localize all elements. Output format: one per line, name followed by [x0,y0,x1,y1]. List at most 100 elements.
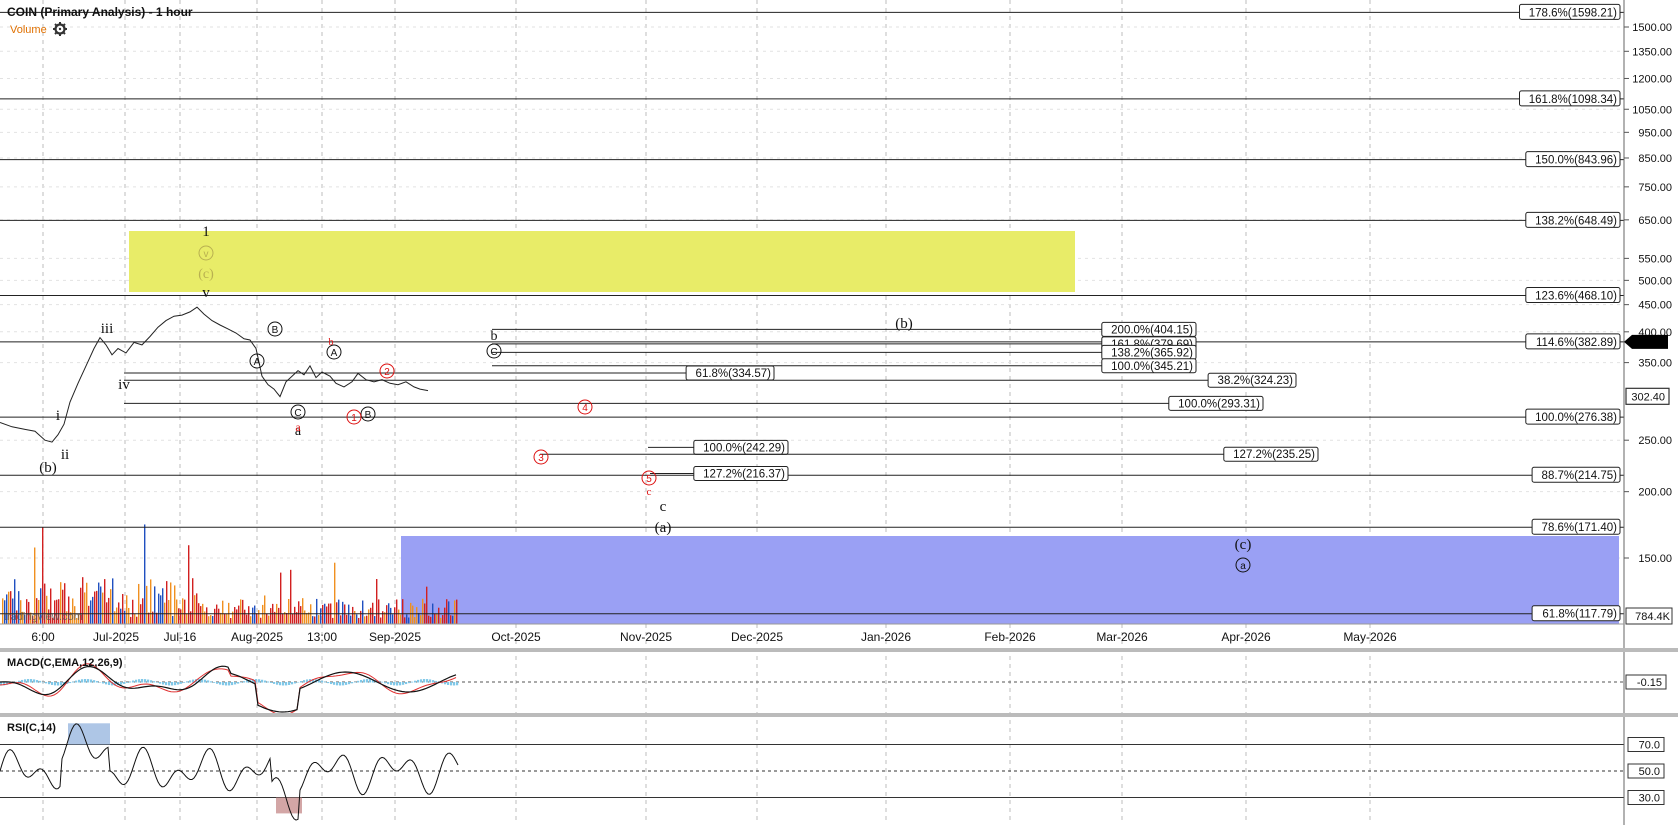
time-tick-label: Nov-2025 [620,630,672,644]
price-tick-label: 750.00 [1638,182,1672,194]
svg-text:50.0: 50.0 [1639,766,1660,778]
svg-text:138.2%(648.49): 138.2%(648.49) [1535,215,1617,227]
time-tick-label: May-2026 [1343,630,1397,644]
time-tick-label: 6:00 [31,630,55,644]
fib-label: 161.8%(1098.34) [1519,90,1621,107]
fib-label-inner: 100.0%(293.31) [1168,395,1264,411]
wave-label: c [660,499,667,515]
wave-label: b [329,337,334,348]
wave-label: iii [101,321,114,337]
price-tick-label: 450.00 [1638,300,1672,312]
svg-text:61.8%(334.57): 61.8%(334.57) [696,368,772,380]
price-tick-label: 1050.00 [1632,104,1672,116]
fib-label: 61.8%(117.79) [1531,605,1621,622]
wave-label: iv [118,377,130,393]
last-price-badge: 302.40 [1625,387,1670,405]
chart-title: COIN (Primary Analysis) - 1 hour [7,5,193,19]
fib-label: 100.0%(276.38) [1525,408,1621,425]
price-tick-label: 150.00 [1638,553,1672,565]
price-tick-label: 550.00 [1638,253,1672,265]
price-tick-label: 1500.00 [1632,22,1672,34]
price-tick-label: 350.00 [1638,358,1672,370]
wave-label: c [647,486,652,498]
target-zone-blue [401,536,1619,624]
watermark: tradingview.com [4,611,83,623]
svg-text:100.0%(293.31): 100.0%(293.31) [1178,398,1260,410]
price-tick-label: 250.00 [1638,435,1672,447]
svg-text:100.0%(345.21): 100.0%(345.21) [1111,361,1193,373]
price-tick-label: 500.00 [1638,275,1672,287]
target-zone-yellow [129,231,1075,292]
time-tick-label: Sep-2025 [369,630,421,644]
fib-label: 123.6%(468.10) [1525,287,1621,304]
fib-label-inner: 38.2%(324.23) [1207,372,1297,388]
svg-text:a: a [1240,561,1246,572]
svg-text:-0.15: -0.15 [1637,677,1662,689]
price-tick-label: 850.00 [1638,153,1672,165]
svg-text:784.4K: 784.4K [1635,611,1671,623]
wave-label: (b) [39,460,57,476]
chart-canvas[interactable]: 178.6%(1598.21) 161.8%(1098.34) 150.0%(843… [0,0,1678,825]
price-tick-label: 200.00 [1638,487,1672,499]
pane-divider [0,648,1678,652]
time-tick-label: Aug-2025 [231,630,283,644]
svg-text:30.0: 30.0 [1639,793,1660,805]
time-tick-label: Feb-2026 [984,630,1036,644]
fib-label-inner: 100.0%(242.29) [693,439,789,455]
svg-text:70.0: 70.0 [1639,740,1660,752]
svg-text:38.2%(324.23): 38.2%(324.23) [1218,375,1294,387]
fib-label-inner: 138.2%(365.92) [1101,344,1197,360]
svg-text:114.6%(382.89): 114.6%(382.89) [1536,337,1617,349]
rsi-label: RSI(C,14) [7,722,56,734]
fib-label-inner: 61.8%(334.57) [685,365,775,381]
fib-label-inner: 100.0%(345.21) [1101,358,1197,374]
svg-text:78.6%(171.40): 78.6%(171.40) [1542,522,1618,534]
svg-text:C: C [490,347,497,358]
pane-divider [0,713,1678,717]
svg-text:178.6%(1598.21): 178.6%(1598.21) [1529,7,1617,19]
svg-text:61.8%(117.79): 61.8%(117.79) [1542,609,1617,621]
time-tick-label: 13:00 [307,630,337,644]
svg-text:2: 2 [384,367,390,378]
macd-value-badge: -0.15 [1625,674,1667,690]
fib-label-inner: 200.0%(404.15) [1101,321,1197,337]
svg-text:C: C [294,408,301,419]
svg-text:161.8%(1098.34): 161.8%(1098.34) [1529,94,1617,106]
wave-label: (b) [895,316,913,332]
wave-label: 1 [202,224,210,240]
volume-label: Volume [10,24,47,36]
fib-label: 88.7%(214.75) [1531,466,1621,483]
time-tick-label: Apr-2026 [1221,630,1271,644]
svg-text:123.6%(468.10): 123.6%(468.10) [1535,291,1617,303]
svg-text:5: 5 [646,474,652,485]
fib-label: 138.2%(648.49) [1525,211,1621,228]
wave-label: ii [61,447,69,463]
svg-text:88.7%(214.75): 88.7%(214.75) [1542,470,1618,482]
rsi-axis: 70.0 50.0 30.0 [1627,737,1665,805]
svg-text:1: 1 [351,413,357,424]
svg-text:127.2%(235.25): 127.2%(235.25) [1233,449,1315,461]
fib-label-inner: 127.2%(235.25) [1223,446,1319,462]
rsi-level-badge: 30.0 [1627,790,1665,805]
price-tick-label: 1350.00 [1632,46,1672,58]
fib-label: 78.6%(171.40) [1531,518,1621,535]
svg-text:B: B [272,325,279,336]
price-tick-label: 650.00 [1638,215,1672,227]
svg-text:A: A [254,357,261,368]
time-tick-label: Jan-2026 [861,630,911,644]
price-tick-label: 1200.00 [1632,73,1672,85]
svg-text:127.2%(216.37): 127.2%(216.37) [703,469,785,481]
wave-label: v [202,285,210,301]
svg-text:3: 3 [538,453,544,464]
time-tick-label: Oct-2025 [491,630,541,644]
wave-label: (c) [198,267,214,282]
svg-text:B: B [365,410,372,421]
svg-text:150.0%(843.96): 150.0%(843.96) [1535,155,1617,167]
gear-icon[interactable] [53,22,67,36]
svg-text:200.0%(404.15): 200.0%(404.15) [1111,324,1193,336]
wave-label: a [295,420,301,434]
time-tick-label: Jul-16 [164,630,197,644]
time-tick-label: Mar-2026 [1096,630,1148,644]
svg-text:A: A [331,348,338,359]
time-tick-label: Dec-2025 [731,630,783,644]
